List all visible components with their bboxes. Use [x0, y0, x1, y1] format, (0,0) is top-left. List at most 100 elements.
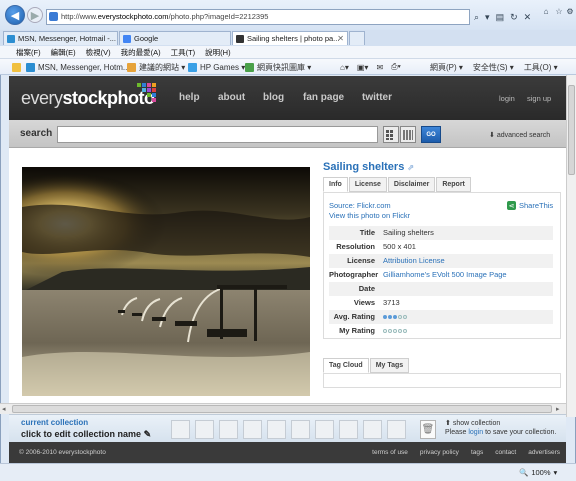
zoom-icon: 🔍 [519, 468, 529, 477]
command-safety[interactable]: 安全性(S) ▾ [473, 62, 514, 73]
nav-blog[interactable]: blog [263, 92, 284, 103]
stop-icon[interactable]: ✕ [524, 12, 532, 23]
address-bar[interactable]: http://www.everystockphoto.com/photo.php… [46, 9, 470, 25]
page-icon [49, 12, 58, 21]
collection-slot[interactable] [315, 420, 334, 439]
home-icon[interactable]: ⌂▾ [340, 63, 349, 72]
link-icon[interactable]: ⇗ [407, 163, 414, 172]
collection-slot[interactable] [243, 420, 262, 439]
menu-favorites[interactable]: 我的最愛(A) [121, 47, 161, 58]
favorites-star-icon[interactable] [12, 61, 21, 73]
menu-edit[interactable]: 編輯(E) [51, 47, 76, 58]
collection-slot[interactable] [219, 420, 238, 439]
collection-slot[interactable] [339, 420, 358, 439]
list-view-icon[interactable] [400, 126, 416, 143]
favorites-star-icon[interactable]: ☆ [553, 5, 565, 17]
fav-hp-games[interactable]: HP Games ▾ [188, 61, 245, 73]
footer-terms[interactable]: terms of use [372, 449, 408, 456]
fav-web-slice-gallery[interactable]: 網頁快訊圖庫 ▾ [245, 61, 311, 73]
collection-slot[interactable] [291, 420, 310, 439]
edit-collection-name[interactable]: click to edit collection name ✎ [21, 429, 151, 440]
scroll-left-icon[interactable]: ◂ [2, 405, 6, 413]
share-button[interactable]: ⋖ ShareThis [507, 201, 553, 210]
tab-msn[interactable]: MSN, Messenger, Hotmail -... [3, 31, 118, 45]
msn-icon [7, 35, 15, 43]
go-button[interactable]: GO [421, 126, 441, 143]
photo-tabs: Info License Disclaimer Report [323, 177, 471, 192]
tab-info[interactable]: Info [323, 177, 348, 192]
msn-icon [26, 62, 35, 72]
compat-icon[interactable]: ▤ [496, 12, 505, 23]
collection-login-link[interactable]: login [468, 429, 483, 436]
nav-fan-page[interactable]: fan page [303, 92, 344, 103]
horizontal-scrollbar[interactable]: ◂ ▸ [0, 403, 566, 414]
scroll-right-icon[interactable]: ▸ [556, 405, 560, 413]
menu-bar: 檔案(F) 編輯(E) 檢視(V) 我的最愛(A) 工具(T) 說明(H) [0, 46, 576, 59]
collection-slot[interactable] [267, 420, 286, 439]
h-scroll-thumb[interactable] [12, 405, 552, 413]
command-tools[interactable]: 工具(O) ▾ [524, 62, 558, 73]
tab-license[interactable]: License [348, 177, 387, 192]
menu-view[interactable]: 檢視(V) [86, 47, 111, 58]
show-collection-link[interactable]: ⬆ show collection [445, 419, 500, 427]
close-tab-icon[interactable]: ✕ [337, 32, 344, 45]
trash-icon[interactable]: 🗑 [420, 420, 436, 439]
back-button[interactable]: ◀ [5, 5, 25, 25]
footer-privacy[interactable]: privacy policy [420, 449, 459, 456]
search-icon[interactable]: ⌕ [474, 12, 479, 23]
scroll-thumb[interactable] [568, 85, 575, 175]
login-link[interactable]: login [499, 94, 515, 103]
nav-twitter[interactable]: twitter [362, 92, 392, 103]
new-tab-button[interactable] [349, 31, 365, 45]
nav-help[interactable]: help [179, 92, 200, 103]
tab-tag-cloud[interactable]: Tag Cloud [323, 358, 369, 373]
mail-icon[interactable]: ✉ [376, 63, 383, 72]
nav-about[interactable]: about [218, 92, 245, 103]
site-header: everystockphoto help about blog fan page… [9, 76, 566, 120]
zoom-control[interactable]: 🔍 100% ▾ [519, 468, 557, 477]
collection-slot[interactable] [195, 420, 214, 439]
tab-google[interactable]: Google [119, 31, 231, 45]
settings-gear-icon[interactable]: ⚙ [565, 5, 575, 17]
source-link[interactable]: Source: Flickr.com [329, 201, 391, 210]
print-icon[interactable]: ⎙▾ [391, 62, 401, 72]
collection-slot[interactable] [363, 420, 382, 439]
fav-suggested-sites[interactable]: 建議的網站 ▾ [127, 61, 185, 73]
footer-advertisers[interactable]: advertisers [528, 449, 560, 456]
tab-my-tags[interactable]: My Tags [369, 358, 410, 373]
tab-sailing-shelters[interactable]: Sailing shelters | photo pa... ✕ [232, 31, 348, 45]
refresh-icon[interactable]: ↻ [510, 12, 518, 23]
collection-slot[interactable] [171, 420, 190, 439]
view-on-flickr-link[interactable]: View this photo on Flickr [329, 211, 410, 220]
footer-contact[interactable]: contact [495, 449, 516, 456]
tag-tabs: Tag Cloud My Tags [323, 358, 410, 373]
feeds-icon[interactable]: ▣▾ [357, 63, 369, 72]
web-slice-icon [245, 62, 254, 72]
footer-tags[interactable]: tags [471, 449, 483, 456]
main-photo[interactable] [22, 167, 310, 396]
grid-view-icon[interactable] [383, 126, 399, 143]
fav-msn[interactable]: MSN, Messenger, Hotm... [26, 61, 130, 73]
home-icon[interactable]: ⌂ [540, 5, 552, 17]
tab-label: Sailing shelters | photo pa... [247, 34, 340, 43]
search-input[interactable] [57, 126, 378, 143]
tab-report[interactable]: Report [436, 177, 471, 192]
dropdown-icon[interactable]: ▾ [485, 12, 490, 23]
tab-disclaimer[interactable]: Disclaimer [387, 177, 436, 192]
menu-file[interactable]: 檔案(F) [16, 47, 41, 58]
license-link[interactable]: Attribution License [379, 254, 553, 268]
menu-tools[interactable]: 工具(T) [171, 47, 196, 58]
esp-icon [236, 35, 244, 43]
menu-help[interactable]: 說明(H) [205, 47, 230, 58]
site-logo[interactable]: everystockphoto [21, 88, 155, 109]
hp-icon [188, 62, 197, 72]
forward-button[interactable]: ▶ [27, 7, 43, 23]
command-page[interactable]: 網頁(P) ▾ [430, 62, 463, 73]
my-rating-dots[interactable] [383, 324, 553, 338]
advanced-search-link[interactable]: ⬇ advanced search [489, 131, 550, 139]
photographer-link[interactable]: Gilliamhome's EVolt 500 Image Page [379, 268, 553, 282]
vertical-scrollbar[interactable] [566, 75, 576, 417]
tag-panel [323, 373, 561, 388]
signup-link[interactable]: sign up [527, 94, 551, 103]
collection-slot[interactable] [387, 420, 406, 439]
